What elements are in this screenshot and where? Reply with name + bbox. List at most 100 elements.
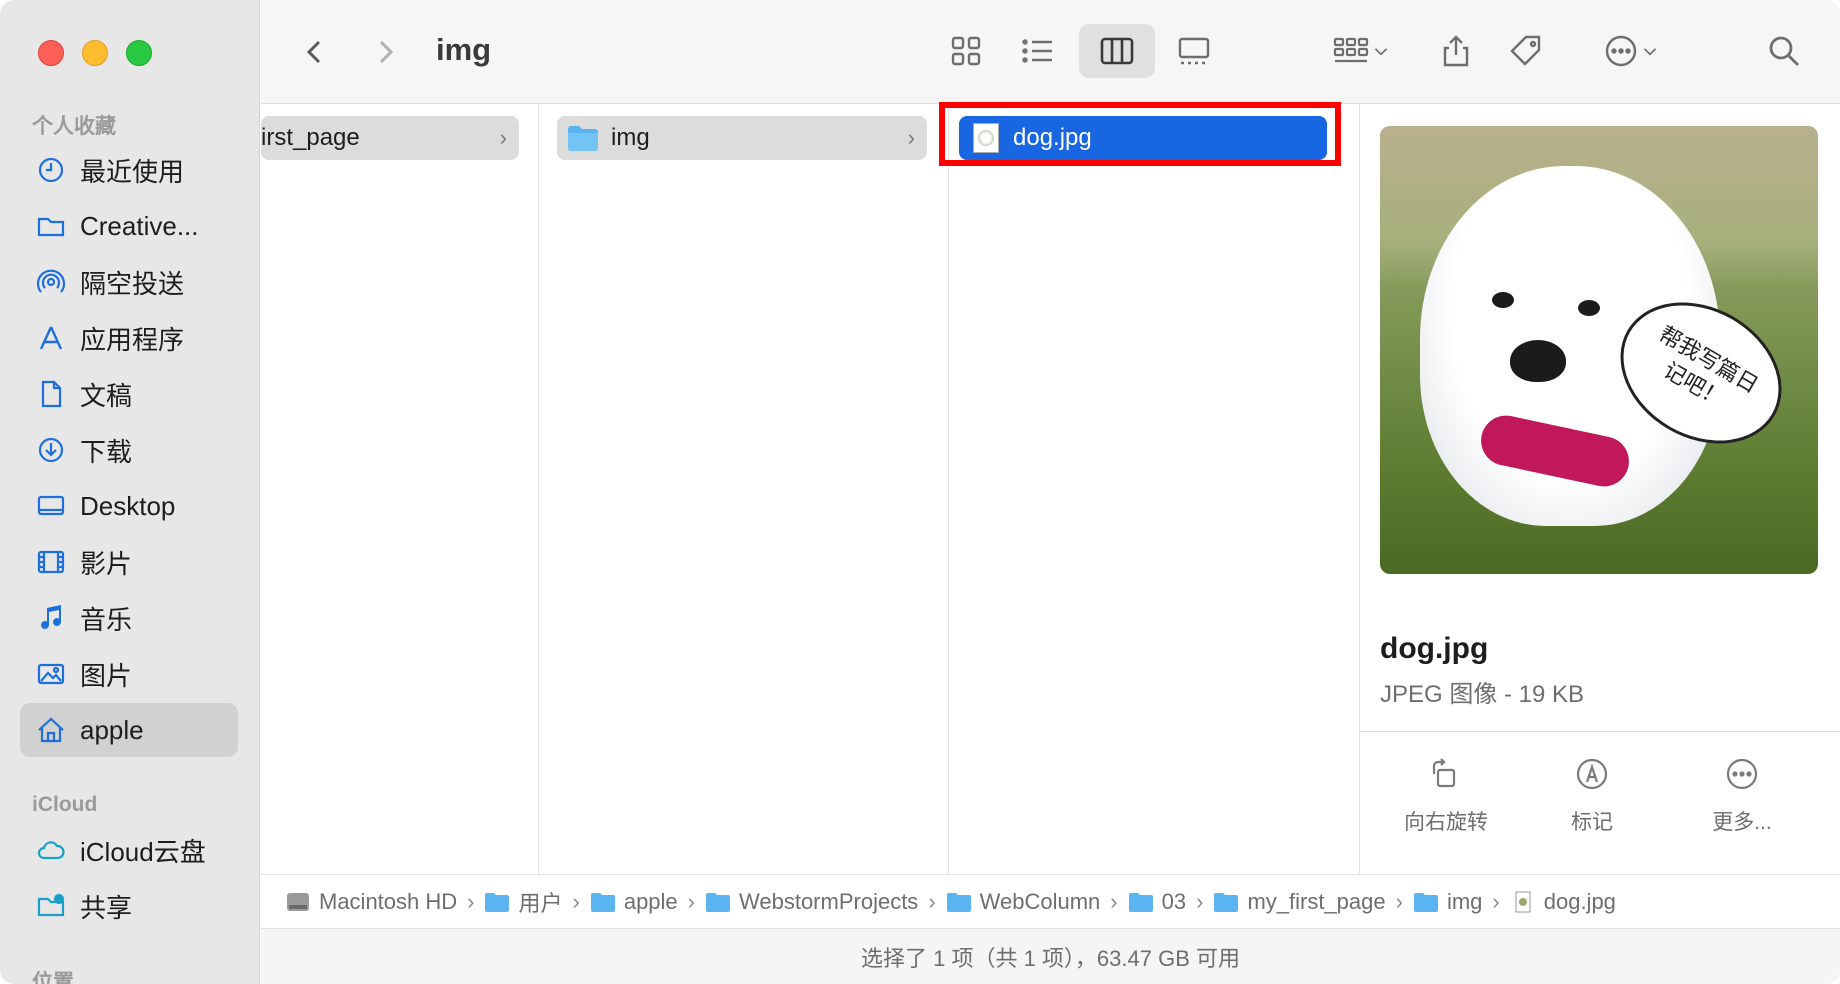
preview-file-kind: JPEG 图像 - 19 KB (1380, 681, 1585, 708)
path-separator: › (1110, 888, 1118, 914)
back-button[interactable] (293, 30, 337, 74)
path-separator: › (572, 888, 580, 914)
folder-icon (1214, 892, 1239, 912)
search-icon[interactable] (1761, 28, 1807, 74)
rotate-right-button[interactable]: 向右旋转 (1376, 756, 1516, 836)
path-separator: › (1196, 888, 1204, 914)
folder-row-img[interactable]: img › (557, 116, 927, 160)
row-label: img (611, 124, 650, 151)
status-text: 选择了 1 项（共 1 项），63.47 GB 可用 (861, 945, 1240, 971)
path-item-users[interactable]: 用户 (484, 886, 563, 918)
preview-image: 帮我写篇日记吧！ (1380, 126, 1818, 574)
path-separator: › (1395, 888, 1403, 914)
gallery-view-button[interactable] (1169, 28, 1219, 74)
group-by-button[interactable] (1321, 28, 1401, 74)
chevron-right-icon: › (499, 125, 507, 150)
path-label: apple (623, 888, 678, 914)
zoom-button[interactable] (126, 40, 152, 66)
minimize-button[interactable] (82, 40, 108, 66)
sidebar-item-label: 影片 (80, 548, 133, 579)
icon-view-button[interactable] (941, 28, 991, 74)
sidebar-item-apple[interactable]: apple (20, 703, 238, 757)
more-actions-button[interactable] (1591, 28, 1671, 74)
sidebar-item-icloud-drive[interactable]: iCloud云盘 (20, 823, 238, 877)
path-item-macintosh-hd[interactable]: Macintosh HD (285, 889, 457, 915)
sidebar-item-label: apple (80, 714, 144, 745)
folder-icon (1128, 892, 1153, 912)
sidebar-item-label: 音乐 (80, 604, 133, 635)
list-view-button[interactable] (1013, 28, 1063, 74)
sidebar-item-documents[interactable]: 文稿 (20, 367, 238, 421)
music-icon (36, 603, 66, 633)
hard-drive-icon (287, 892, 309, 911)
status-bar: 选择了 1 项（共 1 项），63.47 GB 可用 (261, 928, 1840, 984)
sidebar-item-label: 下载 (80, 436, 133, 467)
column-1: irst_page › (261, 104, 539, 874)
sidebar-item-applications[interactable]: 应用程序 (20, 311, 238, 365)
more-icon (1726, 758, 1758, 790)
sidebar-item-recents[interactable]: 最近使用 (20, 143, 238, 197)
column-view-button[interactable] (1079, 24, 1155, 78)
more-button[interactable]: 更多... (1672, 756, 1812, 836)
sidebar-item-label: 图片 (80, 660, 133, 691)
path-label: 用户 (518, 890, 563, 916)
path-item-webstormprojects[interactable]: WebstormProjects (705, 889, 918, 915)
sidebar-item-shared[interactable]: 共享 (20, 879, 238, 933)
path-item-dog-jpg[interactable]: dog.jpg (1510, 889, 1616, 915)
path-label: WebColumn (979, 888, 1101, 914)
sidebar-item-movies[interactable]: 影片 (20, 535, 238, 589)
finder-window: 个人收藏 最近使用 Creative... 隔空投送 应用程序 文稿 下载 De… (0, 0, 1840, 984)
sidebar-item-creative[interactable]: Creative... (20, 199, 238, 253)
path-label: img (1446, 888, 1483, 914)
download-icon (36, 435, 66, 465)
toolbar: img (261, 0, 1840, 104)
chevron-right-icon: › (907, 125, 915, 150)
folder-icon (485, 892, 510, 912)
sidebar-item-downloads[interactable]: 下载 (20, 423, 238, 477)
window-controls (38, 40, 152, 66)
sidebar-section-icloud: iCloud (32, 793, 98, 816)
folder-row-first-page[interactable]: irst_page › (261, 116, 519, 160)
preview-file-name: dog.jpg (1380, 632, 1489, 665)
sidebar-item-label: 共享 (80, 892, 133, 923)
rotate-right-label: 向右旋转 (1404, 811, 1488, 834)
sidebar-item-pictures[interactable]: 图片 (20, 647, 238, 701)
home-icon (36, 715, 66, 745)
desktop-icon (36, 491, 66, 521)
airdrop-icon (36, 267, 66, 297)
folder-icon (568, 126, 598, 151)
film-icon (36, 547, 66, 577)
sidebar-item-music[interactable]: 音乐 (20, 591, 238, 645)
column-3: dog.jpg (939, 102, 1359, 874)
forward-button[interactable] (363, 30, 407, 74)
close-button[interactable] (38, 40, 64, 66)
document-icon (36, 379, 66, 409)
path-item-webcolumn[interactable]: WebColumn (946, 888, 1101, 915)
path-separator: › (467, 888, 475, 914)
sidebar-item-label: 应用程序 (80, 324, 185, 355)
home-folder-icon (590, 892, 615, 912)
path-item-img[interactable]: img (1413, 889, 1482, 915)
markup-label: 标记 (1571, 811, 1613, 834)
sidebar-section-favorites: 个人收藏 (32, 115, 116, 138)
rotate-right-icon (1432, 758, 1456, 788)
path-item-apple[interactable]: apple (590, 889, 678, 915)
column-2: img › (539, 104, 949, 874)
speech-bubble-text: 帮我写篇日记吧！ (1654, 321, 1763, 413)
sidebar-item-label: 隔空投送 (80, 268, 185, 299)
path-separator: › (687, 888, 695, 914)
sidebar-item-desktop[interactable]: Desktop (20, 479, 238, 533)
row-label: irst_page (261, 124, 360, 151)
path-item-03[interactable]: 03 (1128, 889, 1186, 915)
clock-icon (36, 155, 66, 185)
path-label: Macintosh HD (319, 888, 458, 914)
path-item-my-first-page[interactable]: my_first_page (1213, 889, 1386, 915)
sidebar-item-airdrop[interactable]: 隔空投送 (20, 255, 238, 309)
folder-icon (36, 211, 66, 241)
path-separator: › (928, 888, 936, 914)
tag-icon[interactable] (1501, 26, 1551, 76)
share-icon[interactable] (1433, 26, 1479, 76)
sidebar-item-label: Creative... (80, 210, 199, 241)
markup-button[interactable]: 标记 (1522, 756, 1662, 836)
folder-icon (946, 892, 971, 912)
